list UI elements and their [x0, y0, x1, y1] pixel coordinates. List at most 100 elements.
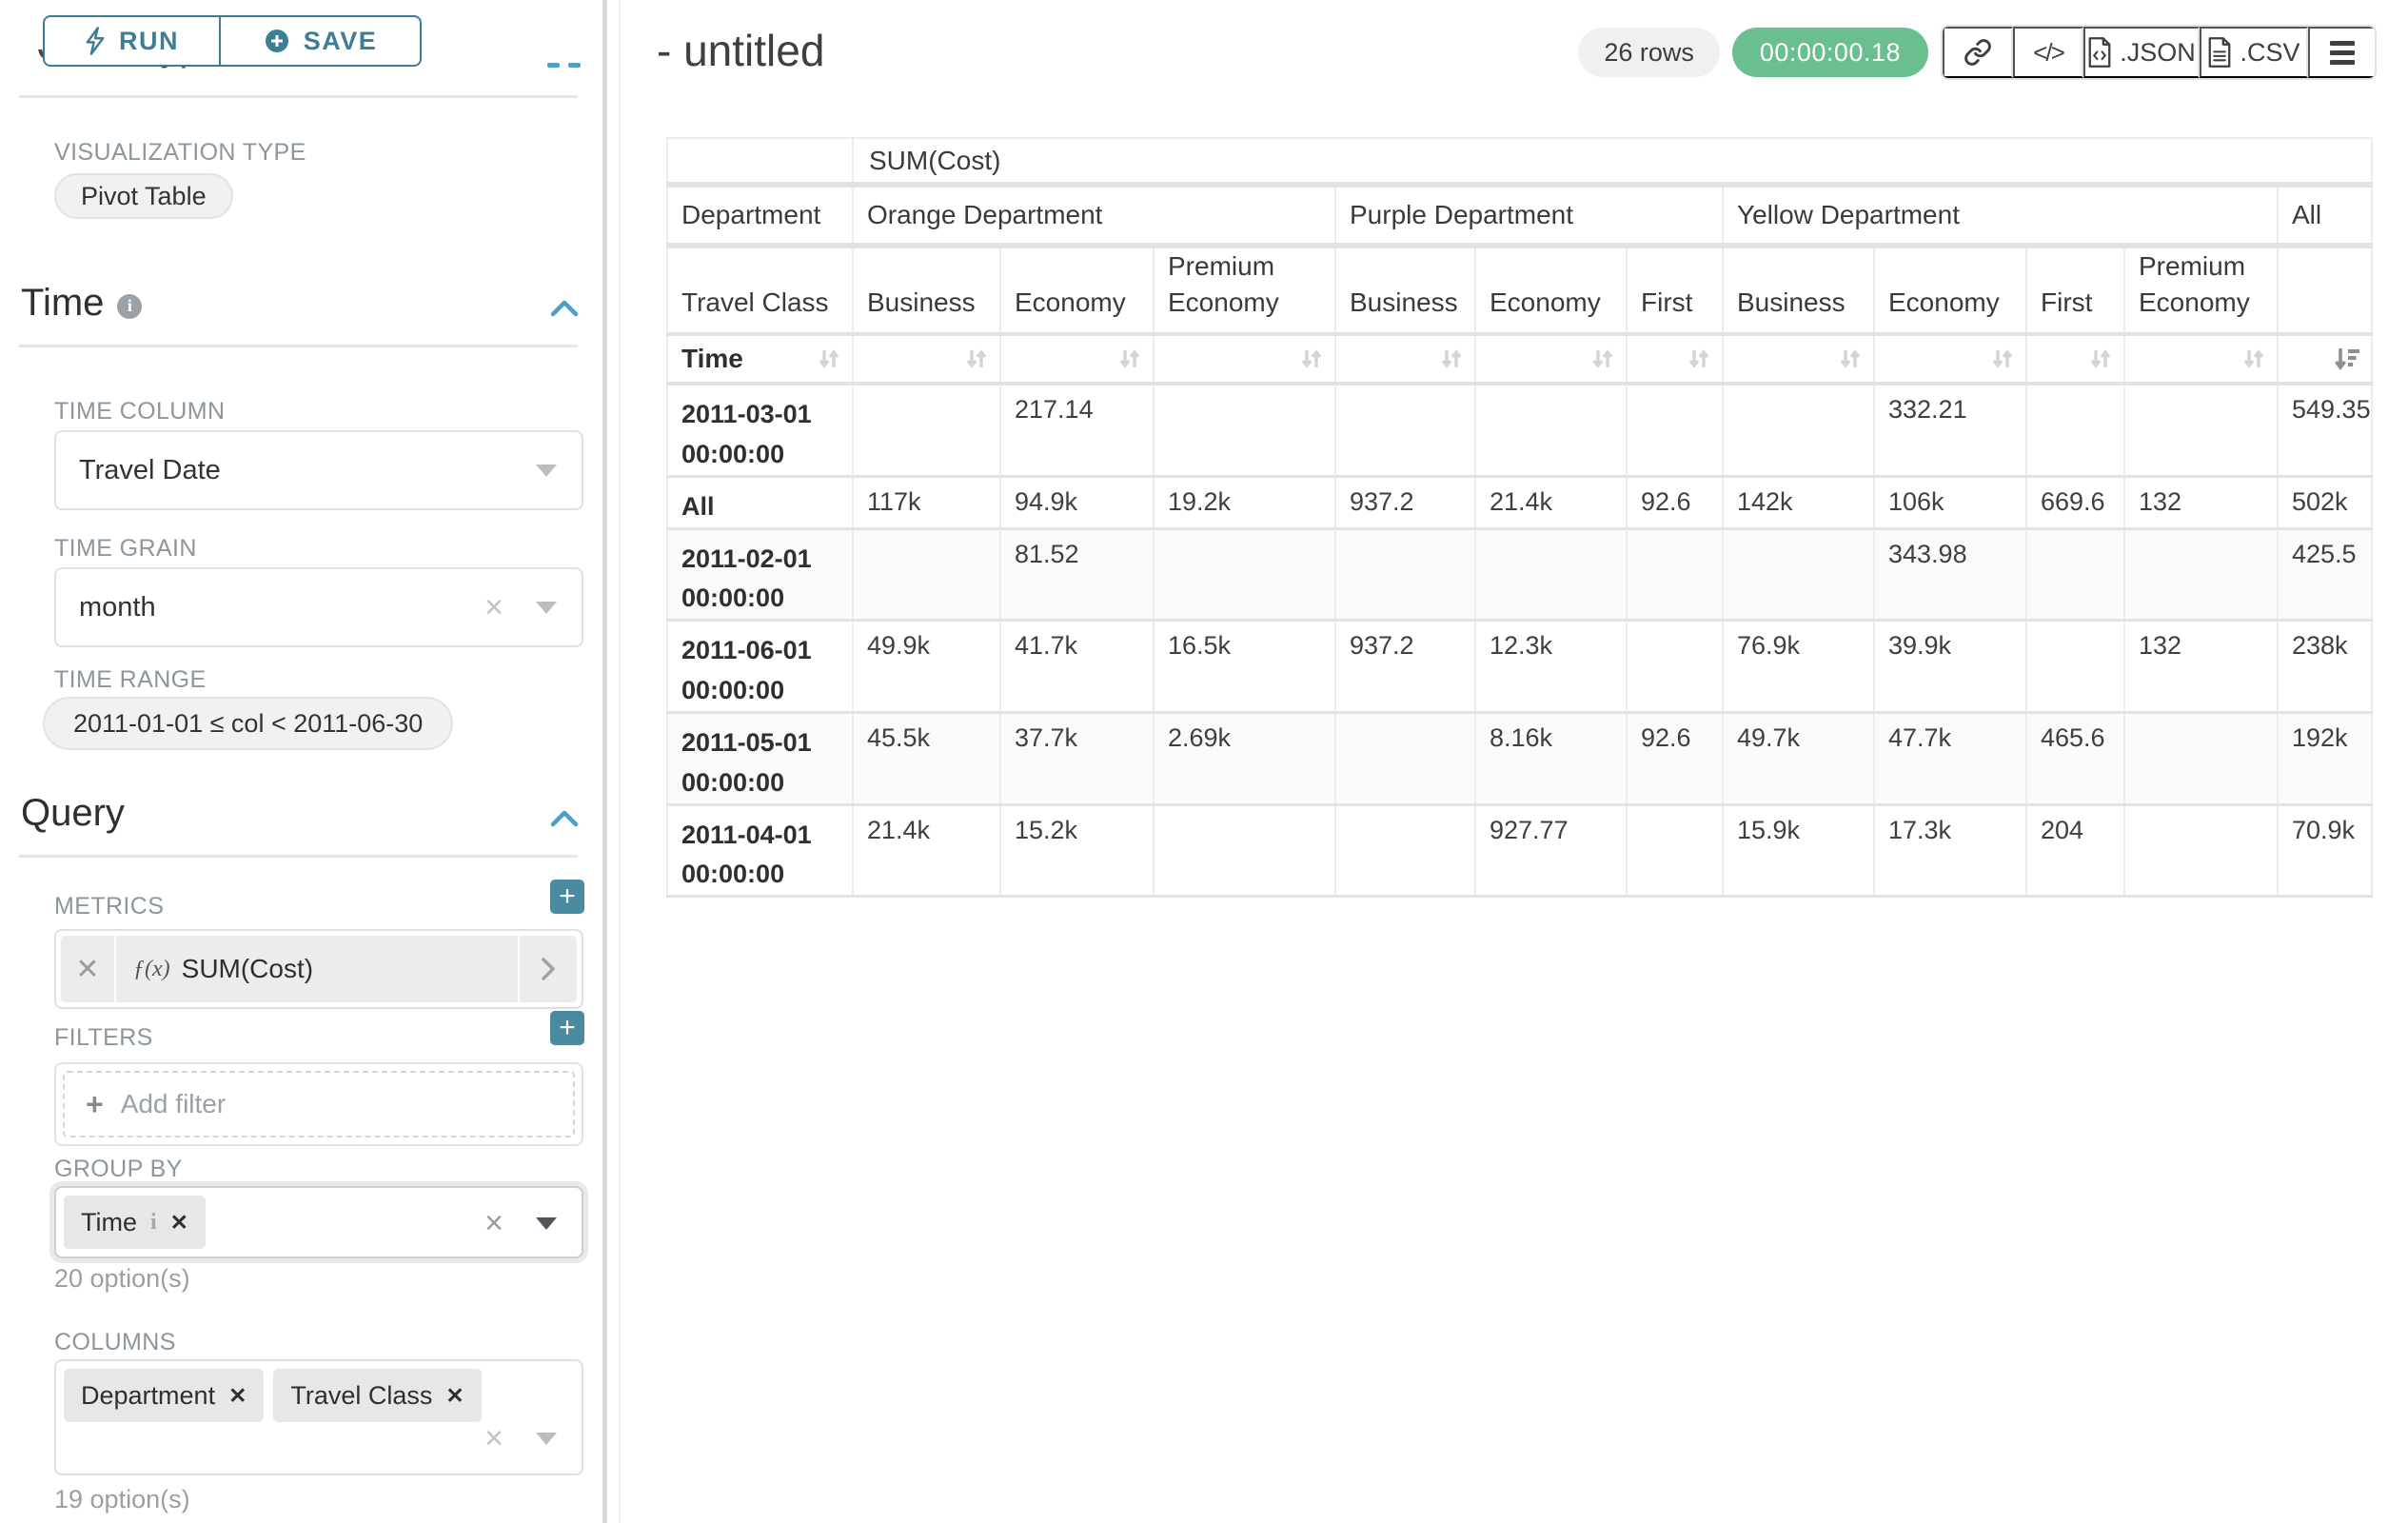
- time-grain-select[interactable]: month ×: [54, 567, 583, 647]
- row-axis-sort-header[interactable]: Time: [667, 334, 853, 384]
- selected-tag[interactable]: Department ✕: [64, 1369, 264, 1422]
- clear-icon[interactable]: ×: [484, 1422, 503, 1454]
- chevron-up-icon[interactable]: [550, 809, 579, 828]
- query-section-header[interactable]: Query: [21, 792, 125, 835]
- columns-select[interactable]: Department✕Travel Class✕ ×: [54, 1359, 583, 1475]
- remove-tag-icon[interactable]: ✕: [445, 1383, 464, 1409]
- value-cell: 132: [2124, 476, 2278, 528]
- share-link-button[interactable]: [1943, 27, 2013, 78]
- chevron-down-icon: [536, 465, 557, 477]
- column-sort-header[interactable]: [1874, 334, 2026, 384]
- column-sort-header[interactable]: [1335, 334, 1475, 384]
- tag-label: Department: [81, 1381, 215, 1411]
- value-cell: 47.7k: [1874, 712, 2026, 804]
- clear-icon[interactable]: ×: [484, 1207, 503, 1239]
- selected-tag[interactable]: Timei✕: [64, 1196, 206, 1249]
- column-sort-header[interactable]: [1000, 334, 1154, 384]
- sort-icon: [963, 346, 990, 372]
- visualization-type-value[interactable]: Pivot Table: [54, 173, 233, 219]
- column-sort-header[interactable]: [2278, 334, 2372, 384]
- metric-pill[interactable]: ✕ ƒ(x) SUM(Cost): [61, 936, 577, 1002]
- value-cell: [1335, 712, 1475, 804]
- more-options-button[interactable]: [2308, 27, 2375, 78]
- travel-class-header: Premium Economy: [2124, 246, 2278, 334]
- sort-icon: [1837, 346, 1864, 372]
- chevron-down-icon: [536, 1433, 557, 1445]
- value-cell: 12.3k: [1475, 621, 1627, 713]
- value-cell: 45.5k: [853, 712, 1000, 804]
- value-cell: [1627, 621, 1723, 713]
- value-cell: 15.2k: [1000, 804, 1154, 897]
- metrics-label: METRICS: [54, 893, 164, 920]
- value-cell: 343.98: [1874, 528, 2026, 621]
- section-divider: [19, 855, 578, 858]
- remove-metric-icon[interactable]: ✕: [61, 936, 116, 1002]
- time-column-select[interactable]: Travel Date: [54, 430, 583, 510]
- row-count-badge: 26 rows: [1578, 28, 1720, 77]
- export-json-button[interactable]: .JSON: [2083, 27, 2200, 78]
- value-cell: 117k: [853, 476, 1000, 528]
- time-section-title: Time: [21, 282, 104, 325]
- column-sort-header[interactable]: [2026, 334, 2124, 384]
- value-cell: 49.9k: [853, 621, 1000, 713]
- value-cell: 41.7k: [1000, 621, 1154, 713]
- remove-tag-icon[interactable]: ✕: [170, 1210, 188, 1236]
- add-filter-plus-button[interactable]: +: [550, 1011, 584, 1045]
- add-filter-button[interactable]: + Add filter: [63, 1071, 575, 1137]
- value-cell: [1723, 528, 1874, 621]
- department-group-header: Yellow Department: [1723, 185, 2278, 246]
- table-row: 2011-02-01 00:00:0081.52343.98425.5: [667, 528, 2372, 621]
- value-cell: 937.2: [1335, 621, 1475, 713]
- value-cell: [2124, 712, 2278, 804]
- sort-descending-icon: [2333, 346, 2361, 372]
- file-text-icon: [2207, 37, 2232, 68]
- value-cell: [1154, 384, 1335, 476]
- time-range-value[interactable]: 2011-01-01 ≤ col < 2011-06-30: [43, 697, 453, 750]
- column-sort-header[interactable]: [2124, 334, 2278, 384]
- value-cell: 465.6: [2026, 712, 2124, 804]
- travel-class-header: First: [1627, 246, 1723, 334]
- add-metric-button[interactable]: +: [550, 880, 584, 914]
- run-button-label: RUN: [119, 27, 179, 56]
- department-group-header: Purple Department: [1335, 185, 1723, 246]
- group-by-select[interactable]: Timei✕ ×: [54, 1186, 583, 1258]
- save-button[interactable]: SAVE: [220, 15, 422, 67]
- table-row: 2011-06-01 00:00:0049.9k41.7k16.5k937.21…: [667, 621, 2372, 713]
- value-cell: 49.7k: [1723, 712, 1874, 804]
- column-sort-header[interactable]: [1723, 334, 1874, 384]
- remove-tag-icon[interactable]: ✕: [228, 1383, 247, 1409]
- time-section-header[interactable]: Time i: [21, 282, 142, 325]
- selected-tag[interactable]: Travel Class✕: [273, 1369, 481, 1422]
- sort-icon: [1686, 346, 1712, 372]
- column-sort-header[interactable]: [1154, 334, 1335, 384]
- value-cell: 927.77: [1475, 804, 1627, 897]
- value-cell: 669.6: [2026, 476, 2124, 528]
- value-cell: [1475, 384, 1627, 476]
- clipped-icon-fragment: [547, 63, 560, 68]
- column-sort-header[interactable]: [853, 334, 1000, 384]
- value-cell: [1723, 384, 1874, 476]
- sort-icon: [2087, 346, 2114, 372]
- value-cell: 132: [2124, 621, 2278, 713]
- value-cell: 21.4k: [1475, 476, 1627, 528]
- value-cell: 16.5k: [1154, 621, 1335, 713]
- filters-label: FILTERS: [54, 1024, 153, 1052]
- expand-metric-icon[interactable]: [518, 936, 577, 1002]
- view-query-button[interactable]: </>: [2013, 27, 2083, 78]
- column-sort-header[interactable]: [1475, 334, 1627, 384]
- lightning-bolt-icon: [85, 27, 106, 55]
- section-divider: [19, 95, 578, 98]
- row-axis-label: Time: [681, 344, 743, 374]
- value-cell: 502k: [2278, 476, 2372, 528]
- metric-header: SUM(Cost): [853, 138, 2372, 185]
- chart-title[interactable]: - untitled: [657, 25, 824, 76]
- run-button[interactable]: RUN: [43, 15, 220, 67]
- menu-icon: [2330, 41, 2355, 65]
- column-sort-header[interactable]: [1627, 334, 1723, 384]
- sidebar-scrollbar[interactable]: [602, 0, 607, 1523]
- value-cell: 332.21: [1874, 384, 2026, 476]
- value-cell: 92.6: [1627, 476, 1723, 528]
- clear-icon[interactable]: ×: [484, 591, 503, 623]
- chevron-up-icon[interactable]: [550, 299, 579, 318]
- export-csv-button[interactable]: .CSV: [2200, 27, 2308, 78]
